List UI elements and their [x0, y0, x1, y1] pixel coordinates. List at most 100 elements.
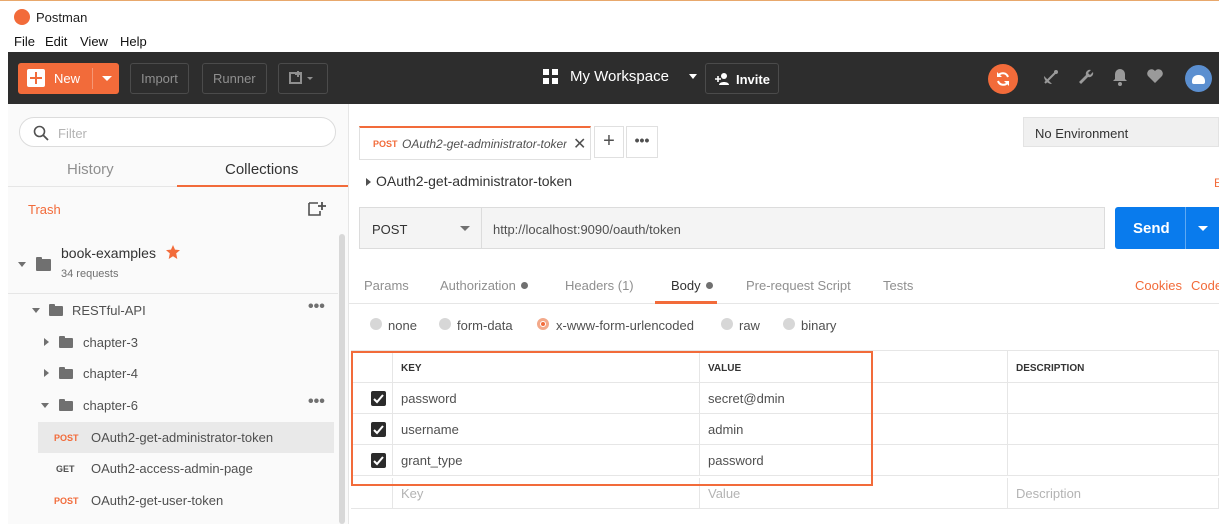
- environment-label: No Environment: [1035, 126, 1129, 141]
- active-tab-indicator: [655, 301, 717, 304]
- avatar-face: [1192, 75, 1205, 84]
- status-dot: [520, 282, 528, 289]
- request-item[interactable]: POST OAuth2-get-user-token: [38, 485, 334, 516]
- tab-history[interactable]: History: [67, 161, 114, 178]
- folder-chapter-6[interactable]: chapter-6 •••: [8, 390, 338, 421]
- filter-placeholder: Filter: [58, 126, 87, 141]
- description-field[interactable]: [1008, 414, 1219, 445]
- menu-bar: File Edit View Help: [0, 32, 1219, 52]
- sync-icon: [997, 72, 1009, 86]
- radio-form-data[interactable]: [439, 318, 451, 330]
- description-field[interactable]: [1008, 383, 1219, 414]
- folder-chapter-4[interactable]: chapter-4: [8, 358, 338, 389]
- tab-authorization-label: Authorization: [440, 278, 516, 293]
- bell-icon[interactable]: [1112, 68, 1128, 86]
- sidebar: Filter History Collections Trash book-ex…: [8, 104, 349, 524]
- wrench-icon[interactable]: [1077, 68, 1095, 86]
- tab-headers[interactable]: Headers (1): [565, 278, 634, 293]
- method-badge: GET: [56, 464, 75, 474]
- grid-icon: [543, 69, 558, 84]
- tab-tests[interactable]: Tests: [883, 278, 913, 293]
- star-icon[interactable]: [166, 245, 180, 259]
- sync-button[interactable]: [988, 64, 1018, 94]
- cookies-link[interactable]: Cookies: [1135, 278, 1182, 293]
- chevron-down-icon[interactable]: [102, 76, 112, 81]
- menu-file[interactable]: File: [14, 34, 35, 49]
- new-collection-icon[interactable]: [308, 201, 326, 218]
- menu-view[interactable]: View: [80, 34, 108, 49]
- chevron-down-icon: [32, 308, 40, 313]
- request-name: OAuth2-access-admin-page: [91, 461, 253, 476]
- menu-edit[interactable]: Edit: [45, 34, 67, 49]
- add-tab-button[interactable]: +: [594, 126, 624, 158]
- examples-link[interactable]: E: [1214, 176, 1219, 190]
- folder-label: chapter-4: [83, 366, 138, 381]
- tab-body[interactable]: Body: [671, 278, 713, 293]
- tab-params[interactable]: Params: [364, 278, 409, 293]
- collection-book-examples[interactable]: book-examples 34 requests: [8, 239, 338, 287]
- request-item[interactable]: POST OAuth2-get-administrator-token: [38, 422, 334, 453]
- import-button[interactable]: Import: [130, 63, 189, 94]
- folder-label: chapter-3: [83, 335, 138, 350]
- chevron-right-icon[interactable]: [366, 178, 371, 186]
- search-icon: [33, 125, 49, 141]
- method-select[interactable]: POST: [359, 207, 481, 249]
- invite-label: Invite: [736, 72, 770, 87]
- tab-name: OAuth2-get-administrator-token: [402, 137, 567, 151]
- new-button[interactable]: New: [18, 63, 119, 94]
- heart-icon[interactable]: [1146, 68, 1164, 84]
- folder-chapter-3[interactable]: chapter-3: [8, 327, 338, 358]
- send-divider: [1185, 207, 1186, 249]
- folder-restful-api[interactable]: RESTful-API •••: [8, 295, 338, 326]
- send-button[interactable]: Send: [1115, 207, 1219, 249]
- avatar[interactable]: [1185, 65, 1212, 92]
- tab-more-button[interactable]: •••: [626, 126, 658, 158]
- new-description-input[interactable]: Description: [1008, 478, 1219, 509]
- request-item[interactable]: GET OAuth2-access-admin-page: [38, 453, 334, 484]
- radio-x-www-form-urlencoded[interactable]: [537, 318, 549, 330]
- more-icon[interactable]: •••: [308, 298, 325, 316]
- trash-link[interactable]: Trash: [28, 202, 61, 217]
- collection-name: book-examples: [61, 245, 156, 261]
- url-input[interactable]: http://localhost:9090/oauth/token: [481, 207, 1105, 249]
- add-user-icon: [715, 73, 729, 85]
- new-button-label: New: [54, 71, 81, 86]
- url-value: http://localhost:9090/oauth/token: [493, 222, 681, 237]
- folder-icon: [36, 257, 51, 271]
- status-dot: [705, 282, 713, 289]
- method-badge: POST: [54, 433, 79, 443]
- new-window-button[interactable]: [278, 63, 328, 94]
- radio-label: form-data: [457, 318, 513, 333]
- environment-selector[interactable]: No Environment: [1023, 117, 1219, 147]
- app-header: New Import Runner My Workspace Invite: [8, 52, 1219, 104]
- request-tab[interactable]: POST OAuth2-get-administrator-token ✕: [359, 126, 591, 160]
- folder-icon: [59, 336, 73, 348]
- radio-raw[interactable]: [721, 318, 733, 330]
- tab-authorization[interactable]: Authorization: [440, 278, 528, 293]
- tab-collections[interactable]: Collections: [225, 161, 298, 178]
- satellite-icon[interactable]: [1042, 68, 1060, 86]
- sidebar-scrollbar[interactable]: [339, 234, 345, 524]
- method-value: POST: [372, 222, 408, 237]
- divider: [8, 293, 338, 294]
- filter-input[interactable]: Filter: [19, 117, 336, 147]
- more-icon[interactable]: •••: [308, 393, 325, 411]
- window-title: Postman: [36, 10, 88, 25]
- tab-pre-request-script[interactable]: Pre-request Script: [746, 278, 851, 293]
- invite-button[interactable]: Invite: [705, 63, 779, 94]
- radio-label: x-www-form-urlencoded: [556, 318, 694, 333]
- folder-icon: [49, 304, 63, 316]
- radio-none[interactable]: [370, 318, 382, 330]
- menu-help[interactable]: Help: [120, 34, 147, 49]
- code-link[interactable]: Code: [1191, 278, 1219, 293]
- radio-label: binary: [801, 318, 837, 333]
- description-field[interactable]: [1008, 445, 1219, 476]
- annotation-highlight-box: [351, 351, 873, 486]
- request-title: OAuth2-get-administrator-token: [376, 173, 573, 189]
- chevron-down-icon[interactable]: [1198, 226, 1208, 231]
- radio-binary[interactable]: [783, 318, 795, 330]
- send-label: Send: [1133, 220, 1170, 237]
- folder-label: chapter-6: [83, 398, 138, 413]
- close-icon[interactable]: ✕: [573, 134, 586, 154]
- runner-button[interactable]: Runner: [202, 63, 267, 94]
